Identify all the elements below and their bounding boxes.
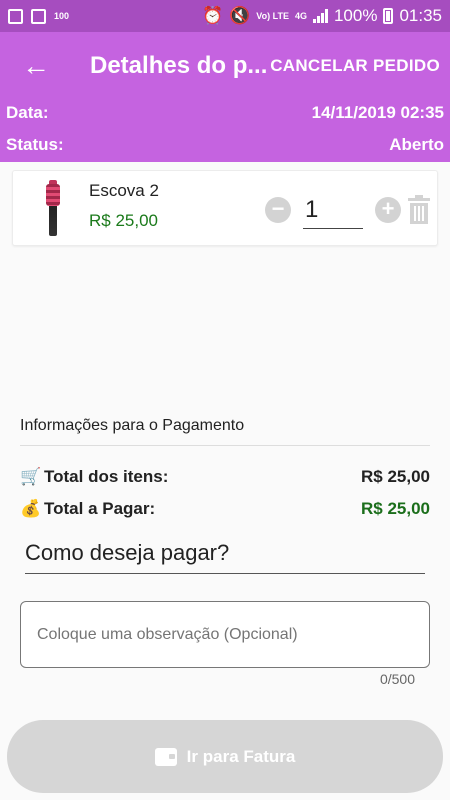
product-price: R$ 25,00 <box>89 211 158 230</box>
status-label: Status: <box>6 135 64 154</box>
notification-badge: 100 <box>54 10 70 21</box>
order-date-row: Data: 14/11/2019 02:35 <box>6 103 444 123</box>
quantity-input[interactable] <box>303 191 363 229</box>
total-items-label: Total dos itens: <box>44 467 169 486</box>
total-pay-value: R$ 25,00 <box>361 499 430 518</box>
date-value: 14/11/2019 02:35 <box>311 103 444 122</box>
payment-method-select[interactable]: Como deseja pagar? <box>25 540 425 574</box>
flipboard-icon <box>31 8 46 24</box>
character-counter: 0/500 <box>379 671 415 687</box>
image-icon <box>8 8 23 24</box>
product-image <box>46 180 60 236</box>
mute-icon: 🔇 <box>229 6 251 25</box>
total-pay-label: Total a Pagar: <box>44 499 156 518</box>
go-to-invoice-button[interactable]: Ir para Fatura <box>7 720 443 793</box>
alarm-icon: ⏰ <box>201 6 224 25</box>
money-bag-icon: 💰 <box>20 499 42 518</box>
app-bar: ← Detalhes do p... CANCELAR PEDIDO Data:… <box>0 32 450 162</box>
page-title: Detalhes do p... <box>90 52 268 79</box>
payment-section-title: Informações para o Pagamento <box>20 417 430 446</box>
network-label: 4G <box>294 10 307 21</box>
clock: 01:35 <box>399 6 442 25</box>
total-pay-row: 💰 Total a Pagar: R$ 25,00 <box>20 499 430 519</box>
payment-info-section: Informações para o Pagamento 🛒 Total dos … <box>20 417 430 518</box>
decrease-quantity-button[interactable]: − <box>265 197 291 223</box>
date-label: Data: <box>6 103 49 122</box>
product-name: Escova 2 <box>89 181 159 200</box>
total-items-row: 🛒 Total dos itens: R$ 25,00 <box>20 467 430 487</box>
back-arrow-icon[interactable]: ← <box>22 52 50 80</box>
battery-percent: 100% <box>333 6 378 25</box>
cancel-order-button[interactable]: CANCELAR PEDIDO <box>270 56 440 76</box>
increase-quantity-button[interactable]: + <box>375 197 401 223</box>
invoice-button-label: Ir para Fatura <box>186 746 296 766</box>
volte-label: Vo) LTE <box>256 10 289 21</box>
cart-item-card: Escova 2 R$ 25,00 − + <box>12 170 438 246</box>
status-bar: 100 ⏰ 🔇 Vo) LTE 4G 100% 01:35 <box>0 0 450 32</box>
trash-icon[interactable] <box>407 195 431 225</box>
status-value: Aberto <box>389 135 444 154</box>
observation-field[interactable] <box>20 601 430 668</box>
signal-icon <box>312 9 328 23</box>
order-status-row: Status: Aberto <box>6 135 444 155</box>
shopping-cart-icon: 🛒 <box>20 467 42 486</box>
battery-icon <box>383 8 394 24</box>
total-items-value: R$ 25,00 <box>361 467 430 486</box>
wallet-icon <box>154 747 177 766</box>
